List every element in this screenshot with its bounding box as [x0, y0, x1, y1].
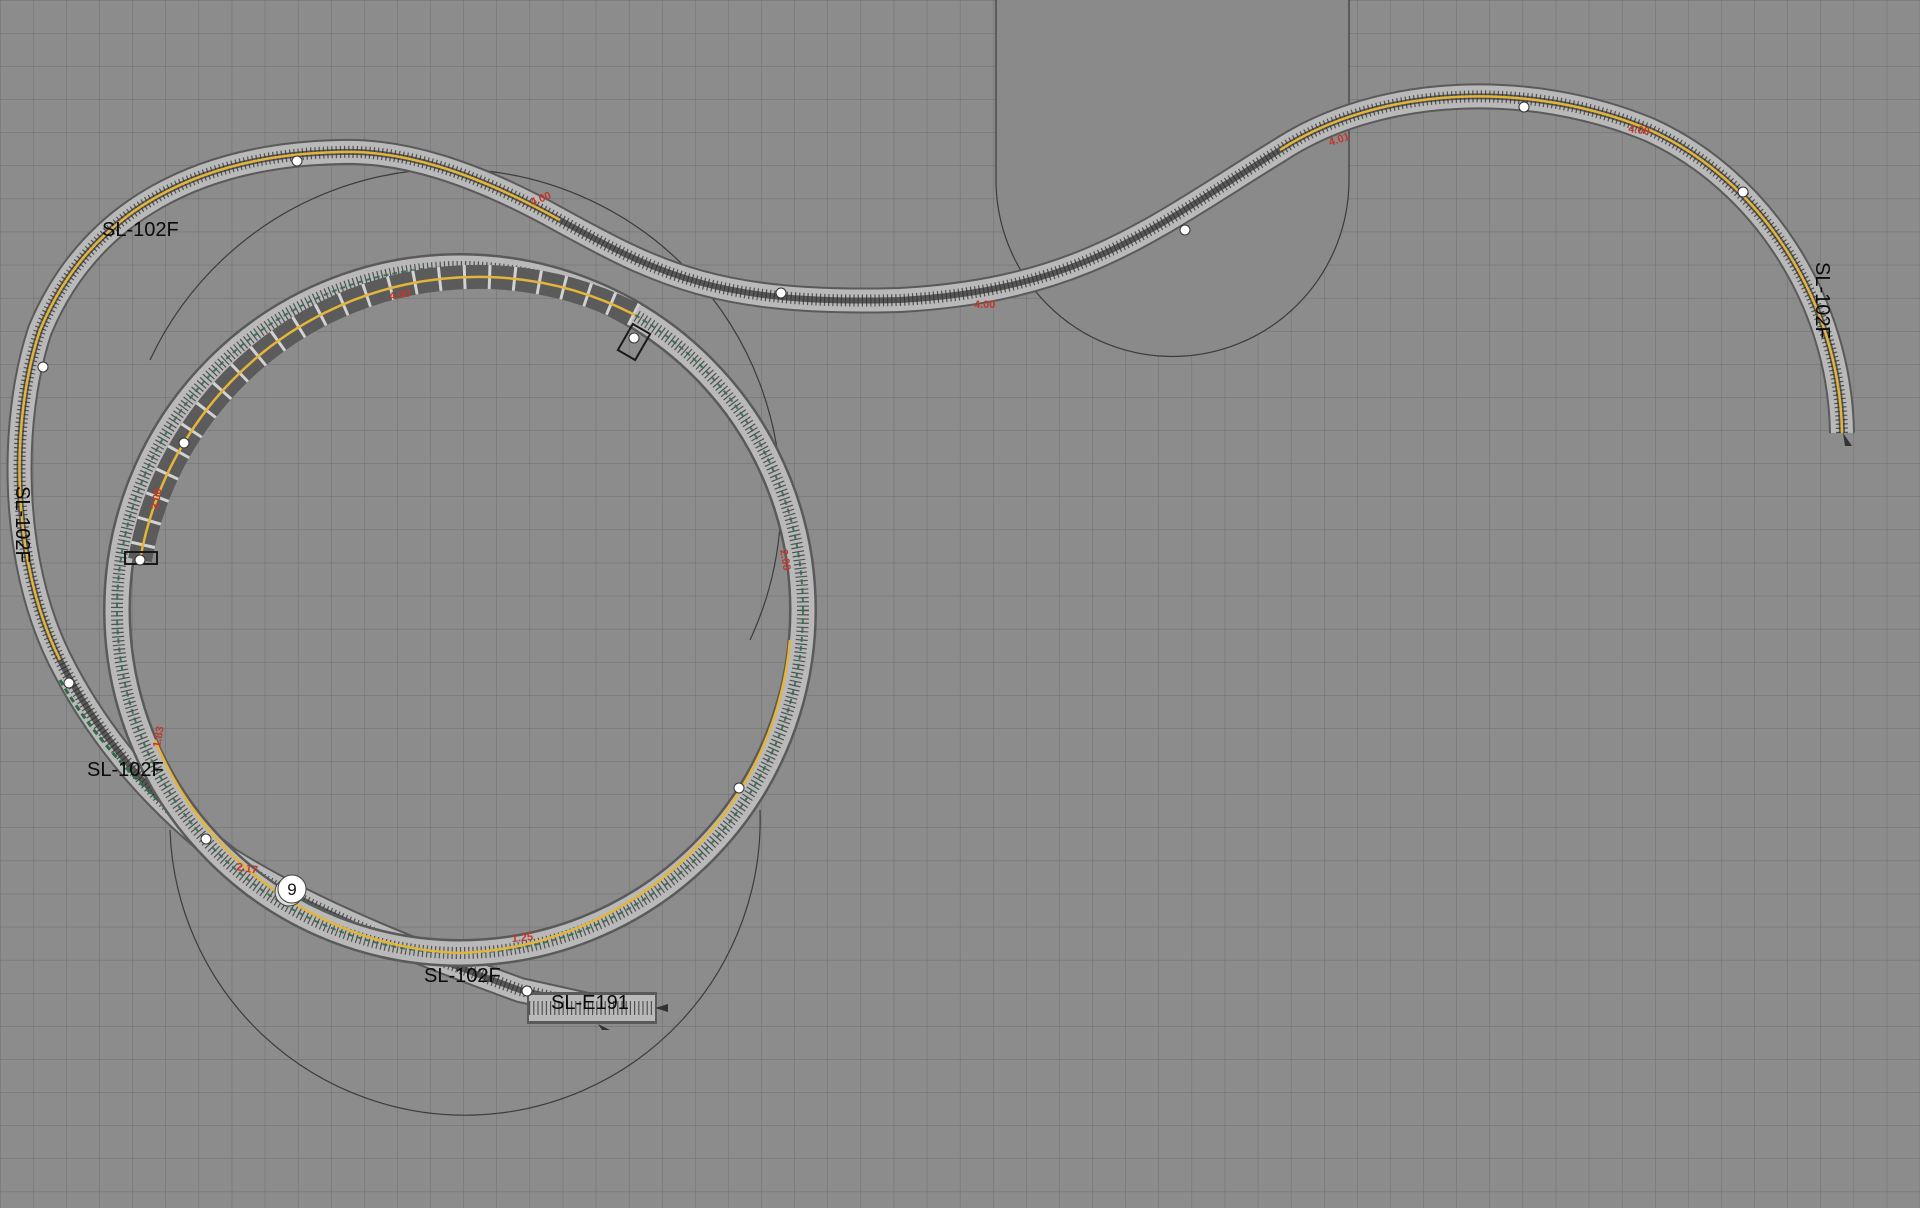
joint-dot[interactable] [134, 554, 146, 566]
joint-dot[interactable] [291, 155, 303, 167]
joint-dot[interactable] [37, 361, 49, 373]
part-label-bottom: SL-102F [424, 965, 501, 987]
joint-dot[interactable] [628, 332, 640, 344]
part-label-lower-left: SL-102F [87, 759, 164, 781]
part-label-end-piece: SL-E191 [551, 992, 629, 1014]
joint-dot[interactable] [200, 833, 212, 845]
joint-dot[interactable] [1518, 101, 1530, 113]
elevation-label: 1.25 [511, 931, 533, 945]
joint-dot[interactable] [63, 677, 75, 689]
joint-dot[interactable] [733, 782, 745, 794]
part-label-top-left: SL-102F [102, 219, 179, 241]
part-label-right-vertical: SL-102F [1811, 262, 1833, 339]
joint-dot[interactable] [1179, 224, 1191, 236]
upper-plateau-outline [995, 0, 1350, 358]
joint-dot[interactable] [521, 985, 533, 997]
layout-canvas[interactable]: 4.00 4.00 4.01 4.00 4.00 3.00 2.00 2.17 … [0, 0, 1920, 1208]
joint-dot[interactable] [1737, 186, 1749, 198]
marker-number: 9 [287, 880, 296, 899]
part-label-left-vertical: SL-102F [11, 486, 33, 563]
joint-dot[interactable] [775, 287, 787, 299]
joint-dot[interactable] [178, 437, 190, 449]
elevation-label: 4.00 [974, 299, 995, 311]
background-grid [0, 0, 1920, 1208]
